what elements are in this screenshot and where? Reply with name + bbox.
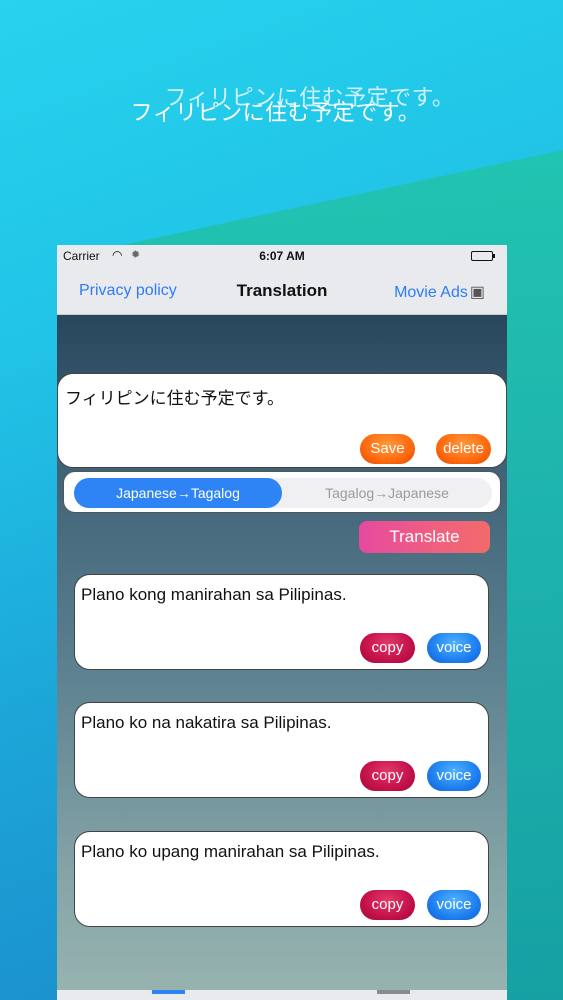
phone-screen: Carrier ◠ ✹ 6:07 AM Privacy policy Trans…	[57, 245, 507, 1000]
voice-button[interactable]: voice	[427, 761, 481, 791]
status-bar: Carrier ◠ ✹ 6:07 AM	[57, 245, 507, 267]
copy-button[interactable]: copy	[360, 890, 415, 920]
result-text: Plano ko na nakatira sa Pilipinas.	[81, 713, 332, 732]
result-text: Plano ko upang manirahan sa Pilipinas.	[81, 842, 380, 861]
voice-button[interactable]: voice	[427, 633, 481, 663]
tab-indicator-active[interactable]	[152, 990, 185, 994]
tab-indicator[interactable]	[377, 990, 410, 994]
translate-button[interactable]: Translate	[359, 521, 490, 553]
battery-icon	[471, 251, 495, 261]
result-text: Plano kong manirahan sa Pilipinas.	[81, 585, 347, 604]
tab-bar	[57, 990, 507, 1000]
result-card: Plano kong manirahan sa Pilipinas. copy …	[74, 574, 489, 670]
source-input-card[interactable]: フィリピンに住む予定です。 Save delete	[57, 373, 507, 468]
source-text[interactable]: フィリピンに住む予定です。	[65, 384, 284, 409]
copy-button[interactable]: copy	[360, 633, 415, 663]
segmented-control: Japanese→Tagalog Tagalog→Japanese	[74, 478, 492, 508]
movie-ads-label: Movie Ads	[394, 284, 468, 301]
segment-tagalog-japanese[interactable]: Tagalog→Japanese	[282, 478, 492, 508]
navigation-bar: Privacy policy Translation Movie Ads ▣	[57, 267, 507, 315]
movie-ads-button[interactable]: Movie Ads ▣	[394, 282, 485, 302]
direction-selector: Japanese→Tagalog Tagalog→Japanese	[63, 471, 501, 513]
status-time: 6:07 AM	[259, 249, 305, 263]
result-card: Plano ko upang manirahan sa Pilipinas. c…	[74, 831, 489, 927]
voice-button[interactable]: voice	[427, 890, 481, 920]
segment-japanese-tagalog[interactable]: Japanese→Tagalog	[74, 478, 282, 508]
copy-button[interactable]: copy	[360, 761, 415, 791]
result-card: Plano ko na nakatira sa Pilipinas. copy …	[74, 702, 489, 798]
delete-button[interactable]: delete	[436, 434, 491, 464]
headline: フィリピンに住む予定です。	[130, 101, 421, 126]
video-camera-icon: ▣	[469, 284, 485, 301]
save-button[interactable]: Save	[360, 434, 415, 464]
